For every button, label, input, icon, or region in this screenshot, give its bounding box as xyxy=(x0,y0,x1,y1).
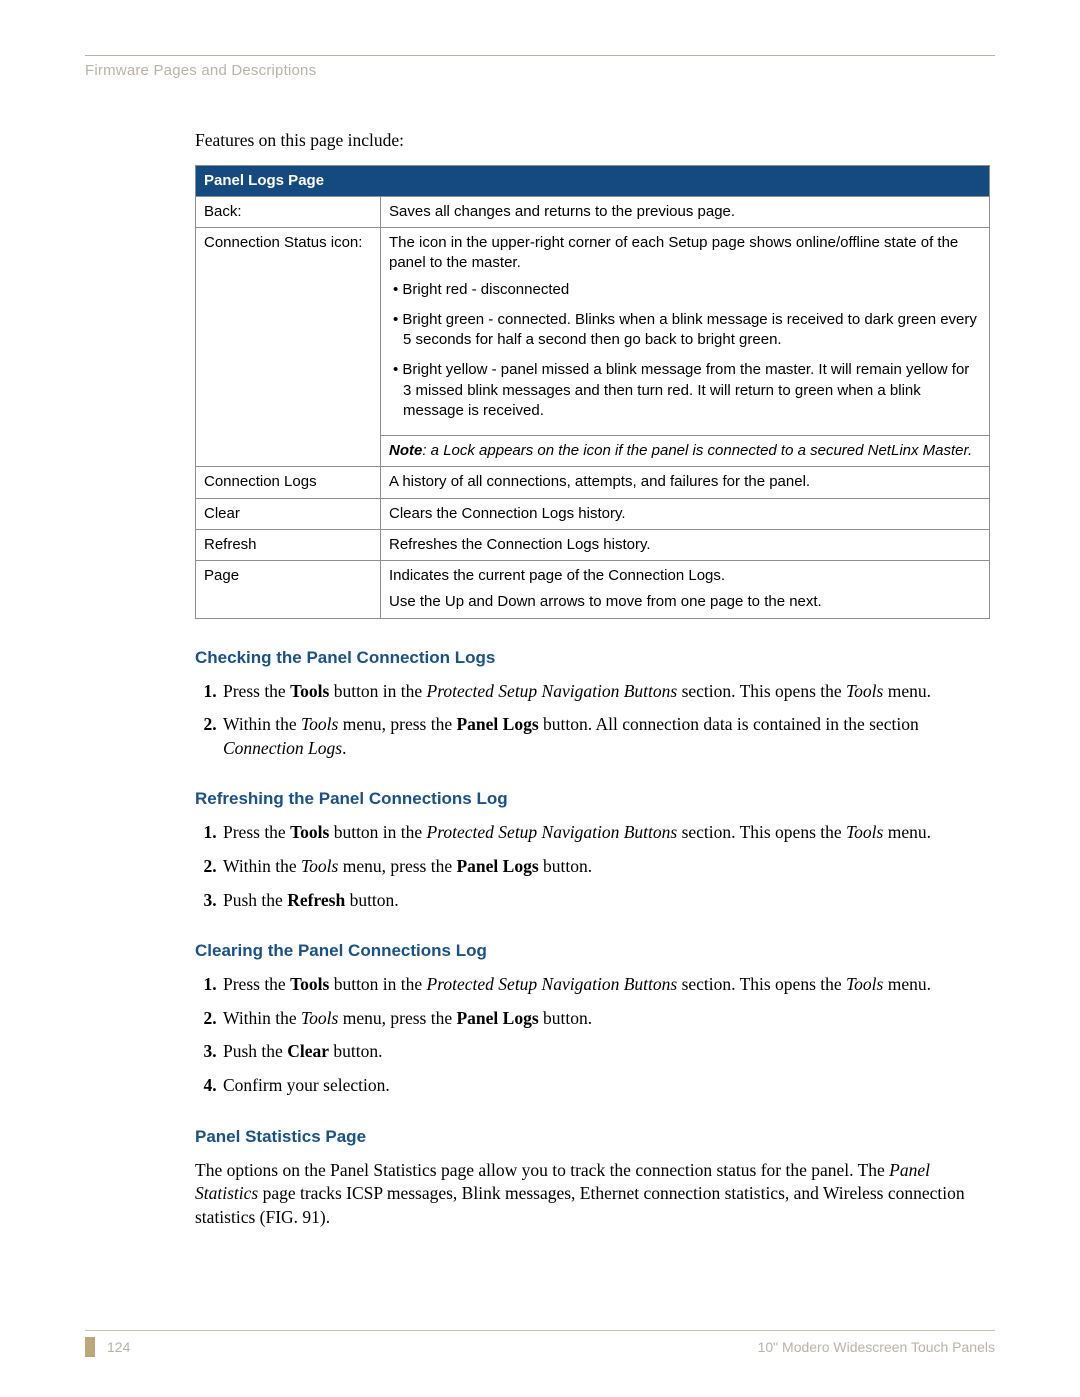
conn-status-intro: The icon in the upper-right corner of ea… xyxy=(389,234,958,271)
table-row: Clear Clears the Connection Logs history… xyxy=(196,498,990,529)
heading-clear-logs: Clearing the Panel Connections Log xyxy=(195,940,990,963)
table-row: Back: Saves all changes and returns to t… xyxy=(196,196,990,227)
panel-logs-table: Panel Logs Page Back: Saves all changes … xyxy=(195,165,990,619)
step: Push the Refresh button. xyxy=(221,889,990,913)
conn-status-bullets: Bright red - disconnected Bright green -… xyxy=(389,280,981,432)
row-desc-page: Indicates the current page of the Connec… xyxy=(381,561,990,619)
row-label-conn-status: Connection Status icon: xyxy=(196,228,381,467)
bullet-green: Bright green - connected. Blinks when a … xyxy=(389,310,981,361)
page-footer: 124 10" Modero Widescreen Touch Panels xyxy=(85,1330,995,1357)
row-label-refresh: Refresh xyxy=(196,529,381,560)
page-number: 124 xyxy=(107,1339,130,1355)
steps-refresh-logs: Press the Tools button in the Protected … xyxy=(195,821,990,912)
row-label-page: Page xyxy=(196,561,381,619)
table-row: Refresh Refreshes the Connection Logs hi… xyxy=(196,529,990,560)
step: Confirm your selection. xyxy=(221,1074,990,1098)
note-text: : a Lock appears on the icon if the pane… xyxy=(422,442,972,459)
step: Press the Tools button in the Protected … xyxy=(221,680,990,704)
page: Firmware Pages and Descriptions Features… xyxy=(0,0,1080,1397)
footer-tab-icon xyxy=(85,1337,95,1357)
heading-check-logs: Checking the Panel Connection Logs xyxy=(195,647,990,670)
row-desc-conn-status: The icon in the upper-right corner of ea… xyxy=(381,228,990,467)
bullet-yellow: Bright yellow - panel missed a blink mes… xyxy=(389,360,981,431)
row-desc-back: Saves all changes and returns to the pre… xyxy=(381,196,990,227)
table-row: Connection Logs A history of all connect… xyxy=(196,467,990,498)
row-desc-conn-logs: A history of all connections, attempts, … xyxy=(381,467,990,498)
note-label: Note xyxy=(389,442,422,459)
table-row: Page Indicates the current page of the C… xyxy=(196,561,990,619)
page-desc-1: Indicates the current page of the Connec… xyxy=(389,566,981,586)
row-desc-clear: Clears the Connection Logs history. xyxy=(381,498,990,529)
step: Within the Tools menu, press the Panel L… xyxy=(221,713,990,760)
step: Push the Clear button. xyxy=(221,1040,990,1064)
bullet-red: Bright red - disconnected xyxy=(389,280,981,310)
footer-rule xyxy=(85,1330,995,1331)
row-label-conn-logs: Connection Logs xyxy=(196,467,381,498)
heading-refresh-logs: Refreshing the Panel Connections Log xyxy=(195,788,990,811)
conn-status-note: Note: a Lock appears on the icon if the … xyxy=(381,435,989,466)
table-title: Panel Logs Page xyxy=(196,165,990,196)
footer-doc-title: 10" Modero Widescreen Touch Panels xyxy=(758,1339,995,1355)
row-label-clear: Clear xyxy=(196,498,381,529)
header-rule xyxy=(85,55,995,56)
panel-statistics-paragraph: The options on the Panel Statistics page… xyxy=(195,1159,990,1230)
step: Press the Tools button in the Protected … xyxy=(221,821,990,845)
step: Press the Tools button in the Protected … xyxy=(221,973,990,997)
heading-panel-statistics: Panel Statistics Page xyxy=(195,1126,990,1149)
row-label-back: Back: xyxy=(196,196,381,227)
steps-clear-logs: Press the Tools button in the Protected … xyxy=(195,973,990,1098)
step: Within the Tools menu, press the Panel L… xyxy=(221,855,990,879)
intro-text: Features on this page include: xyxy=(195,129,990,153)
steps-check-logs: Press the Tools button in the Protected … xyxy=(195,680,990,761)
table-row: Connection Status icon: The icon in the … xyxy=(196,228,990,467)
row-desc-refresh: Refreshes the Connection Logs history. xyxy=(381,529,990,560)
running-header: Firmware Pages and Descriptions xyxy=(85,62,995,79)
step: Within the Tools menu, press the Panel L… xyxy=(221,1007,990,1031)
page-body: Features on this page include: Panel Log… xyxy=(195,129,990,1230)
page-desc-2: Use the Up and Down arrows to move from … xyxy=(389,592,981,612)
